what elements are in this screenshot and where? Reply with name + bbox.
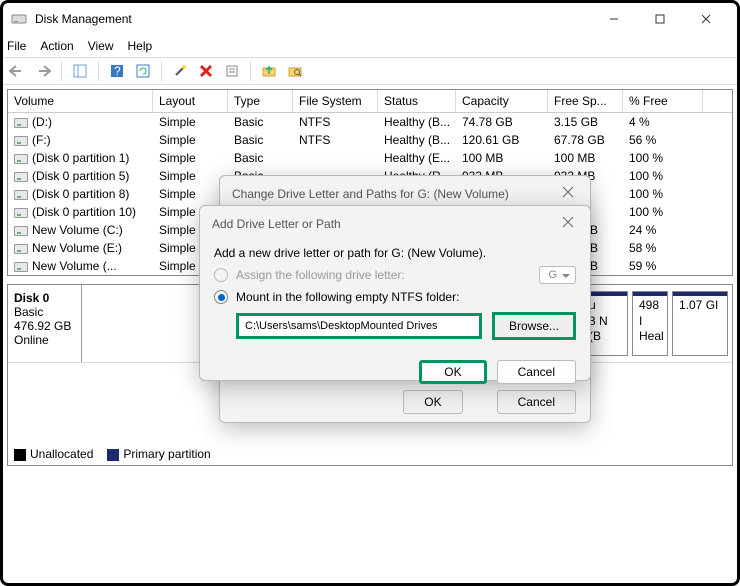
dialog-title: Add Drive Letter or Path: [212, 217, 562, 231]
cancel-button[interactable]: Cancel: [497, 360, 576, 384]
cell-layout: Simple: [153, 167, 228, 185]
maximize-button[interactable]: [637, 3, 683, 35]
cell-free: 3.15 GB: [548, 113, 623, 131]
cell-pfree: 58 %: [623, 239, 703, 257]
cell-pfree: 4 %: [623, 113, 703, 131]
cell-cap: 100 MB: [456, 149, 548, 167]
cell-volume: (Disk 0 partition 8): [32, 187, 129, 201]
svg-text:?: ?: [114, 64, 121, 78]
disk-size: 476.92 GB: [14, 319, 71, 333]
table-row[interactable]: (Disk 0 partition 1) SimpleBasic Healthy (…: [8, 149, 732, 167]
menu-view[interactable]: View: [88, 39, 114, 53]
header-type[interactable]: Type: [228, 90, 293, 112]
add-drive-letter-dialog: Add Drive Letter or Path Add a new drive…: [199, 205, 591, 381]
title-bar: Disk Management: [3, 3, 737, 35]
menu-file[interactable]: File: [7, 39, 26, 53]
disk-type: Basic: [14, 305, 43, 319]
cell-fs: [293, 149, 378, 167]
dialog-intro: Add a new drive letter or path for G: (N…: [214, 246, 576, 260]
cell-pfree: 56 %: [623, 131, 703, 149]
table-row[interactable]: (F:) SimpleBasicNTFSHealthy (B...120.61 G…: [8, 131, 732, 149]
partition-block[interactable]: 498 IHeal: [632, 291, 668, 356]
folder-up-icon[interactable]: [259, 61, 279, 81]
delete-icon[interactable]: [196, 61, 216, 81]
forward-icon[interactable]: [33, 61, 53, 81]
back-icon[interactable]: [7, 61, 27, 81]
cell-pfree: 24 %: [623, 221, 703, 239]
properties-icon[interactable]: [222, 61, 242, 81]
legend-unallocated: Unallocated: [30, 447, 93, 461]
cell-cap: 74.78 GB: [456, 113, 548, 131]
mount-folder-label: Mount in the following empty NTFS folder…: [236, 290, 459, 304]
table-header: Volume Layout Type File System Status Ca…: [8, 90, 732, 113]
help-icon[interactable]: ?: [107, 61, 127, 81]
close-button[interactable]: [683, 3, 729, 35]
dialog-title: Change Drive Letter and Paths for G: (Ne…: [232, 187, 562, 201]
cell-volume: New Volume (C:): [32, 223, 123, 237]
cell-layout: Simple: [153, 149, 228, 167]
cell-volume: (Disk 0 partition 10): [32, 205, 136, 219]
menu-action[interactable]: Action: [40, 39, 73, 53]
browse-button[interactable]: Browse...: [492, 312, 576, 340]
cell-pfree: 100 %: [623, 149, 703, 167]
legend-primary: Primary partition: [123, 447, 210, 461]
cell-status: Healthy (E...: [378, 149, 456, 167]
cell-layout: Simple: [153, 113, 228, 131]
minimize-button[interactable]: [591, 3, 637, 35]
disk-info[interactable]: Disk 0 Basic 476.92 GB Online: [8, 285, 82, 362]
cell-volume: New Volume (...: [32, 259, 117, 273]
app-icon: [11, 11, 27, 27]
cell-volume: New Volume (E:): [32, 241, 122, 255]
disk-name: Disk 0: [14, 291, 49, 305]
cell-pfree: 100 %: [623, 203, 703, 221]
cell-layout: Simple: [153, 185, 228, 203]
cell-volume: (F:): [32, 133, 51, 147]
header-filesystem[interactable]: File System: [293, 90, 378, 112]
disk-status: Online: [14, 333, 49, 347]
cell-pfree: 59 %: [623, 257, 703, 275]
cell-pfree: 100 %: [623, 185, 703, 203]
cell-fs: NTFS: [293, 113, 378, 131]
header-capacity[interactable]: Capacity: [456, 90, 548, 112]
cell-free: 100 MB: [548, 149, 623, 167]
close-icon[interactable]: [562, 216, 578, 232]
cell-volume: (D:): [32, 115, 52, 129]
show-hide-icon[interactable]: [70, 61, 90, 81]
cell-pfree: 100 %: [623, 167, 703, 185]
header-volume[interactable]: Volume: [8, 90, 153, 112]
header-status[interactable]: Status: [378, 90, 456, 112]
menu-bar: File Action View Help: [3, 35, 737, 57]
close-icon[interactable]: [562, 186, 578, 202]
folder-path-input[interactable]: C:\Users\sams\DesktopMounted Drives: [236, 313, 482, 339]
header-free[interactable]: Free Sp...: [548, 90, 623, 112]
drive-letter-dropdown[interactable]: G: [539, 266, 576, 284]
folder-search-icon[interactable]: [285, 61, 305, 81]
cell-volume: (Disk 0 partition 5): [32, 169, 129, 183]
mount-folder-radio[interactable]: [214, 290, 228, 304]
cell-status: Healthy (B...: [378, 131, 456, 149]
wand-icon[interactable]: [170, 61, 190, 81]
cell-type: Basic: [228, 149, 293, 167]
menu-help[interactable]: Help: [128, 39, 153, 53]
window-title: Disk Management: [35, 12, 591, 26]
partition-block[interactable]: 1.07 GI: [672, 291, 728, 356]
cell-fs: NTFS: [293, 131, 378, 149]
refresh-icon[interactable]: [133, 61, 153, 81]
toolbar: ?: [3, 57, 737, 85]
header-pfree[interactable]: % Free: [623, 90, 703, 112]
cell-type: Basic: [228, 113, 293, 131]
header-layout[interactable]: Layout: [153, 90, 228, 112]
cell-type: Basic: [228, 131, 293, 149]
cell-cap: 120.61 GB: [456, 131, 548, 149]
cell-free: 67.78 GB: [548, 131, 623, 149]
cell-status: Healthy (B...: [378, 113, 456, 131]
ok-button[interactable]: OK: [419, 360, 486, 384]
legend: Unallocated Primary partition: [14, 447, 211, 461]
cell-volume: (Disk 0 partition 1): [32, 151, 129, 165]
cell-layout: Simple: [153, 131, 228, 149]
assign-letter-radio[interactable]: [214, 268, 228, 282]
assign-letter-label: Assign the following drive letter:: [236, 268, 405, 282]
table-row[interactable]: (D:) SimpleBasicNTFSHealthy (B...74.78 GB…: [8, 113, 732, 131]
